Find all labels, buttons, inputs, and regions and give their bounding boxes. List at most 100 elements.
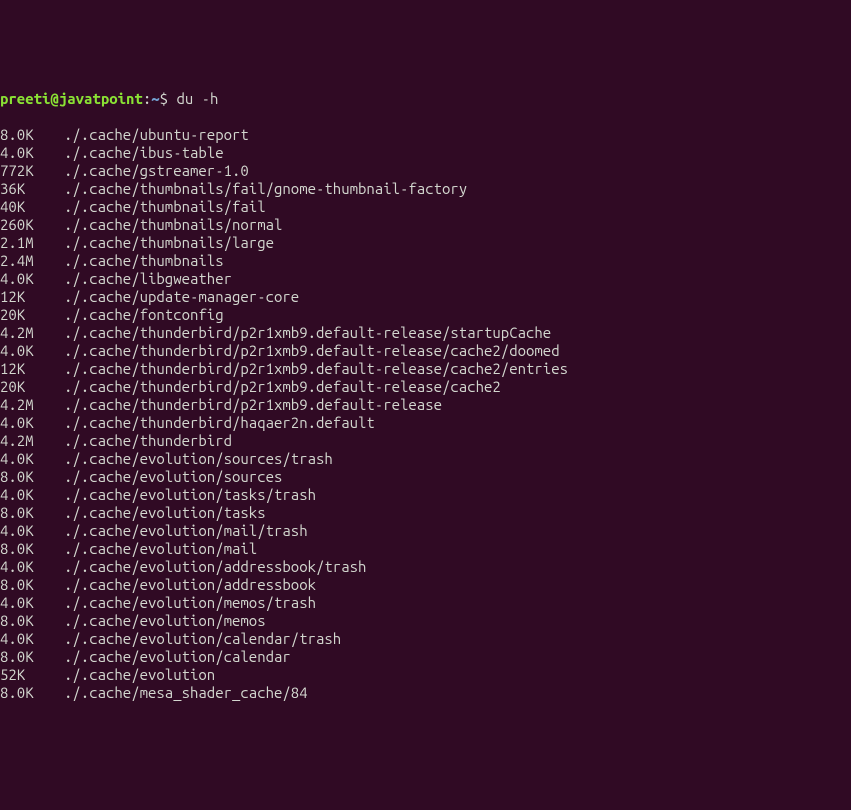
output-line: 4.0K./.cache/ibus-table	[0, 144, 851, 162]
file-size: 52K	[0, 666, 64, 684]
file-size: 260K	[0, 216, 64, 234]
output-line: 12K./.cache/thunderbird/p2r1xmb9.default…	[0, 360, 851, 378]
file-path: ./.cache/mesa_shader_cache/84	[64, 684, 308, 701]
output-line: 8.0K./.cache/evolution/sources	[0, 468, 851, 486]
file-size: 8.0K	[0, 612, 64, 630]
output-line: 12K./.cache/update-manager-core	[0, 288, 851, 306]
output-line: 4.2M./.cache/thunderbird	[0, 432, 851, 450]
output-line: 4.0K./.cache/libgweather	[0, 270, 851, 288]
file-path: ./.cache/fontconfig	[64, 306, 224, 323]
file-path: ./.cache/ubuntu-report	[64, 126, 249, 143]
output-line: 20K./.cache/thunderbird/p2r1xmb9.default…	[0, 378, 851, 396]
file-size: 2.1M	[0, 234, 64, 252]
output-line: 4.0K./.cache/evolution/mail/trash	[0, 522, 851, 540]
file-size: 8.0K	[0, 468, 64, 486]
output-line: 260K./.cache/thumbnails/normal	[0, 216, 851, 234]
output-line: 52K./.cache/evolution	[0, 666, 851, 684]
file-size: 772K	[0, 162, 64, 180]
file-path: ./.cache/thunderbird	[64, 432, 232, 449]
prompt-at: @	[50, 90, 58, 107]
file-size: 36K	[0, 180, 64, 198]
file-path: ./.cache/thunderbird/p2r1xmb9.default-re…	[64, 324, 551, 341]
file-path: ./.cache/evolution/sources/trash	[64, 450, 333, 467]
file-size: 8.0K	[0, 648, 64, 666]
file-path: ./.cache/thumbnails/fail	[64, 198, 266, 215]
output-line: 8.0K./.cache/evolution/calendar	[0, 648, 851, 666]
prompt-host: javatpoint	[59, 90, 143, 107]
output-line: 8.0K./.cache/evolution/mail	[0, 540, 851, 558]
file-path: ./.cache/thunderbird/p2r1xmb9.default-re…	[64, 378, 501, 395]
file-path: ./.cache/libgweather	[64, 270, 232, 287]
file-size: 4.0K	[0, 486, 64, 504]
output-line: 4.0K./.cache/evolution/sources/trash	[0, 450, 851, 468]
file-size: 4.0K	[0, 270, 64, 288]
output-line: 2.1M./.cache/thumbnails/large	[0, 234, 851, 252]
file-size: 4.0K	[0, 144, 64, 162]
file-path: ./.cache/thumbnails	[64, 252, 224, 269]
output-line: 4.0K./.cache/evolution/memos/trash	[0, 594, 851, 612]
output-line: 4.2M./.cache/thunderbird/p2r1xmb9.defaul…	[0, 396, 851, 414]
output-line: 36K./.cache/thumbnails/fail/gnome-thumbn…	[0, 180, 851, 198]
file-size: 4.0K	[0, 450, 64, 468]
file-size: 12K	[0, 360, 64, 378]
file-size: 4.0K	[0, 342, 64, 360]
file-path: ./.cache/evolution/mail/trash	[64, 522, 308, 539]
output-line: 8.0K./.cache/evolution/tasks	[0, 504, 851, 522]
file-path: ./.cache/evolution/calendar	[64, 648, 291, 665]
file-path: ./.cache/thunderbird/p2r1xmb9.default-re…	[64, 342, 560, 359]
file-path: ./.cache/evolution/tasks/trash	[64, 486, 316, 503]
file-path: ./.cache/evolution/sources	[64, 468, 282, 485]
file-size: 4.2M	[0, 396, 64, 414]
file-size: 20K	[0, 378, 64, 396]
file-size: 20K	[0, 306, 64, 324]
file-path: ./.cache/evolution/tasks	[64, 504, 266, 521]
file-size: 8.0K	[0, 126, 64, 144]
file-path: ./.cache/thumbnails/normal	[64, 216, 282, 233]
file-path: ./.cache/gstreamer-1.0	[64, 162, 249, 179]
output-line: 4.0K./.cache/evolution/tasks/trash	[0, 486, 851, 504]
output-container: 8.0K./.cache/ubuntu-report4.0K./.cache/i…	[0, 126, 851, 702]
prompt-dollar: $	[160, 90, 177, 107]
file-path: ./.cache/evolution	[64, 666, 215, 683]
file-path: ./.cache/evolution/calendar/trash	[64, 630, 341, 647]
command-text: du -h	[176, 90, 218, 107]
file-path: ./.cache/thumbnails/fail/gnome-thumbnail…	[64, 180, 467, 197]
output-line: 8.0K./.cache/mesa_shader_cache/84	[0, 684, 851, 702]
file-size: 4.0K	[0, 630, 64, 648]
file-size: 2.4M	[0, 252, 64, 270]
file-size: 4.0K	[0, 414, 64, 432]
output-line: 8.0K./.cache/evolution/addressbook	[0, 576, 851, 594]
file-size: 8.0K	[0, 684, 64, 702]
file-size: 4.2M	[0, 324, 64, 342]
output-line: 8.0K./.cache/ubuntu-report	[0, 126, 851, 144]
file-size: 8.0K	[0, 504, 64, 522]
output-line: 4.2M./.cache/thunderbird/p2r1xmb9.defaul…	[0, 324, 851, 342]
file-path: ./.cache/evolution/memos	[64, 612, 266, 629]
output-line: 4.0K./.cache/evolution/addressbook/trash	[0, 558, 851, 576]
output-line: 4.0K./.cache/evolution/calendar/trash	[0, 630, 851, 648]
file-path: ./.cache/thunderbird/p2r1xmb9.default-re…	[64, 360, 568, 377]
file-path: ./.cache/evolution/addressbook/trash	[64, 558, 366, 575]
file-size: 8.0K	[0, 540, 64, 558]
output-line: 20K./.cache/fontconfig	[0, 306, 851, 324]
prompt-line: preeti@javatpoint:~$ du -h	[0, 90, 851, 108]
file-path: ./.cache/evolution/addressbook	[64, 576, 316, 593]
output-line: 772K./.cache/gstreamer-1.0	[0, 162, 851, 180]
output-line: 2.4M./.cache/thumbnails	[0, 252, 851, 270]
terminal[interactable]: preeti@javatpoint:~$ du -h 8.0K./.cache/…	[0, 72, 851, 720]
file-size: 4.0K	[0, 558, 64, 576]
file-path: ./.cache/thunderbird/p2r1xmb9.default-re…	[64, 396, 442, 413]
file-size: 40K	[0, 198, 64, 216]
file-size: 8.0K	[0, 576, 64, 594]
file-path: ./.cache/evolution/mail	[64, 540, 257, 557]
output-line: 40K./.cache/thumbnails/fail	[0, 198, 851, 216]
file-path: ./.cache/thumbnails/large	[64, 234, 274, 251]
output-line: 8.0K./.cache/evolution/memos	[0, 612, 851, 630]
file-path: ./.cache/thunderbird/haqaer2n.default	[64, 414, 375, 431]
file-path: ./.cache/update-manager-core	[64, 288, 299, 305]
prompt-colon: :	[143, 90, 151, 107]
output-line: 4.0K./.cache/thunderbird/haqaer2n.defaul…	[0, 414, 851, 432]
file-size: 4.0K	[0, 522, 64, 540]
file-size: 4.0K	[0, 594, 64, 612]
file-size: 12K	[0, 288, 64, 306]
